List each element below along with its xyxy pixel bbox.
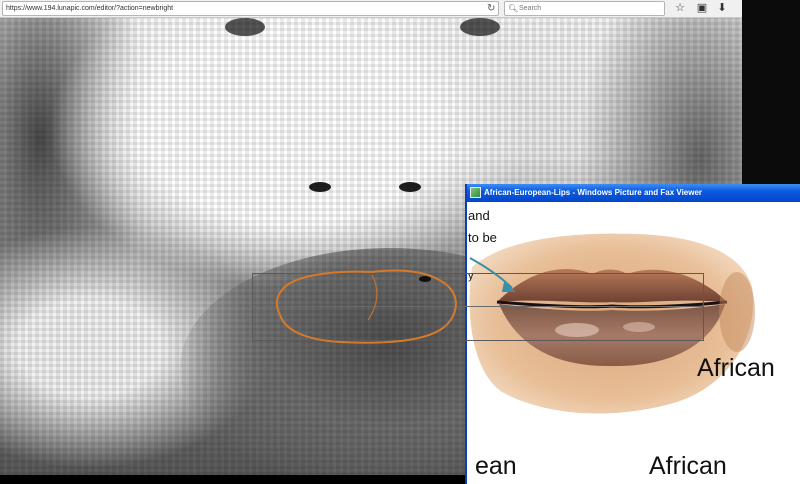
- download-arrow-icon[interactable]: ⬇: [715, 1, 729, 15]
- skin-patch: [719, 272, 755, 352]
- viewer-titlebar[interactable]: African-European-Lips - Windows Picture …: [467, 184, 800, 202]
- lips-illustration: [469, 233, 755, 414]
- doc-text-and: and: [468, 208, 490, 223]
- reload-icon[interactable]: ↻: [487, 2, 495, 15]
- lip-highlight: [623, 322, 655, 332]
- picture-viewer-icon: [470, 187, 481, 198]
- viewer-image-area: and to be y African ean African: [467, 202, 800, 484]
- doc-text-ean: ean: [475, 452, 517, 480]
- address-bar[interactable]: https://www.194.lunapic.com/editor/?acti…: [2, 1, 499, 16]
- doc-text-african-upper: African: [697, 354, 775, 382]
- selection-midline: [252, 306, 704, 307]
- search-placeholder: Search: [519, 5, 542, 12]
- lip-highlight: [555, 323, 599, 337]
- doc-text-y: y: [468, 270, 474, 282]
- library-icon[interactable]: ▣: [695, 1, 709, 15]
- viewer-title: African-European-Lips - Windows Picture …: [484, 188, 703, 197]
- browser-toolbar: https://www.194.lunapic.com/editor/?acti…: [0, 0, 742, 18]
- search-icon: 🔍︎: [508, 4, 519, 13]
- picture-viewer-window[interactable]: African-European-Lips - Windows Picture …: [465, 184, 800, 484]
- url-text: https://www.194.lunapic.com/editor/?acti…: [6, 5, 174, 12]
- doc-text-african-lower: African: [649, 452, 727, 480]
- search-input[interactable]: 🔍︎ Search: [504, 1, 665, 16]
- desktop-background: [742, 0, 800, 184]
- star-icon[interactable]: ☆: [673, 1, 687, 15]
